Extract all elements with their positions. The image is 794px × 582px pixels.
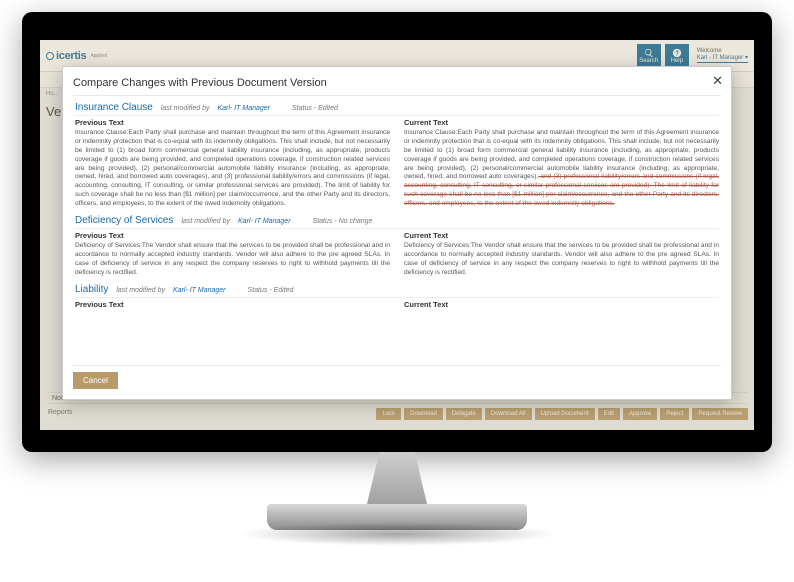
previous-text-body: Insurance Clause:Each Party shall purcha… [75,129,390,209]
close-button[interactable]: ✕ [712,73,723,89]
screen: icertis Applied Search Help Welcome Karl… [40,40,754,430]
last-modified-label: last modified by [161,105,210,112]
current-text-header: Current Text [404,118,719,127]
section-name[interactable]: Deficiency of Services [75,215,173,226]
modified-by: Karl- IT Manager [217,105,270,112]
previous-text-header: Previous Text [75,231,390,240]
status-label: Status - No change [313,218,373,225]
previous-text-column: Previous Text Deficiency of Services:The … [75,231,390,278]
current-text-body: Deficiency of Services:The Vendor shall … [404,242,719,278]
section-columns: Previous Text Current Text [75,297,719,311]
modal-body[interactable]: Insurance Clause last modified by Karl- IT… [73,95,721,366]
previous-text-header: Previous Text [75,300,390,309]
compare-modal: ✕ Compare Changes with Previous Document… [62,66,732,400]
current-text-body: Insurance Clause:Each Party shall purcha… [404,129,719,209]
current-text-header: Current Text [404,231,719,240]
last-modified-label: last modified by [181,218,230,225]
current-text-column: Current Text Insurance Clause:Each Party … [404,118,719,209]
modal-title: Compare Changes with Previous Document V… [73,75,721,95]
current-text-header: Current Text [404,300,719,309]
monitor-stand-neck [357,452,437,512]
previous-text-header: Previous Text [75,118,390,127]
current-text-column: Current Text [404,300,719,311]
modified-by: Karl- IT Manager [238,218,291,225]
current-text-column: Current Text Deficiency of Services:The V… [404,231,719,278]
section-name[interactable]: Liability [75,284,108,295]
section-name[interactable]: Insurance Clause [75,102,153,113]
section-columns: Previous Text Insurance Clause:Each Party… [75,115,719,209]
previous-text-column: Previous Text [75,300,390,311]
section-header: Liability last modified by Karl- IT Manage… [75,284,719,295]
status-label: Status - Edited [292,105,338,112]
deleted-text: and (3) professional liability/errors an… [404,173,719,207]
modal-overlay: ✕ Compare Changes with Previous Document… [40,40,754,430]
previous-text-column: Previous Text Insurance Clause:Each Party… [75,118,390,209]
section-columns: Previous Text Deficiency of Services:The … [75,228,719,278]
section-header: Deficiency of Services last modified by Ka… [75,215,719,226]
cancel-button[interactable]: Cancel [73,372,118,389]
last-modified-label: last modified by [116,287,165,294]
monitor-frame: icertis Applied Search Help Welcome Karl… [22,12,772,452]
status-label: Status - Edited [248,287,294,294]
modified-by: Karl- IT Manager [173,287,226,294]
section-header: Insurance Clause last modified by Karl- IT… [75,102,719,113]
monitor-shadow [237,522,557,546]
previous-text-body: Deficiency of Services:The Vendor shall … [75,242,390,278]
